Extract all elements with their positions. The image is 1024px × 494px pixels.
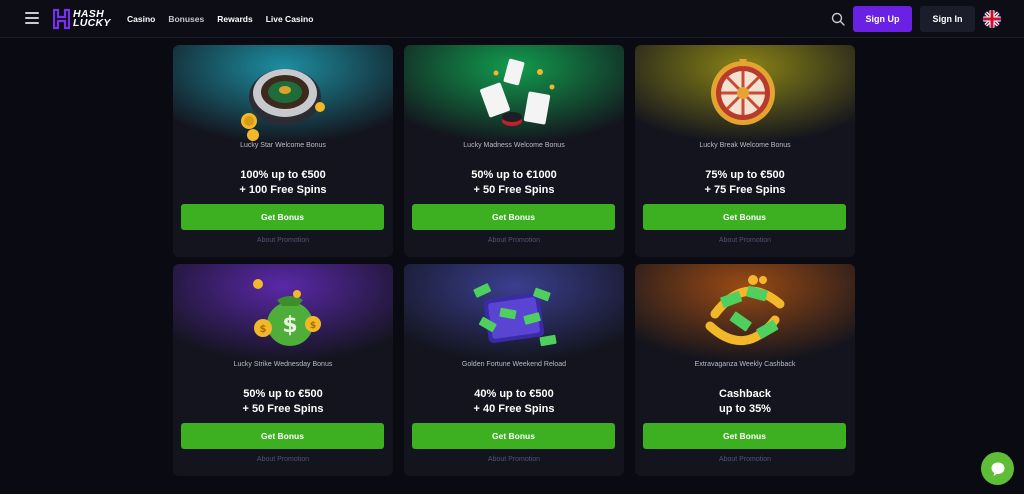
get-bonus-button[interactable]: Get Bonus — [643, 204, 846, 230]
bonus-offer: 40% up to €500 + 40 Free Spins — [404, 387, 624, 417]
offer-line2: + 75 Free Spins — [704, 184, 786, 196]
bonus-offer: 50% up to €500 + 50 Free Spins — [173, 387, 393, 417]
offer-line1: 100% up to €500 — [240, 169, 326, 181]
about-promotion-link[interactable]: About Promotion — [173, 456, 393, 463]
bonus-name: Lucky Break Welcome Bonus — [699, 142, 791, 149]
offer-line1: 50% up to €1000 — [471, 169, 557, 181]
roulette-icon — [173, 45, 393, 155]
get-bonus-button[interactable]: Get Bonus — [181, 423, 384, 449]
offer-line1: 50% up to €500 — [243, 388, 323, 400]
uk-flag-icon[interactable] — [983, 10, 1001, 28]
sign-in-button[interactable]: Sign In — [920, 6, 975, 32]
main-nav: Casino Bonuses Rewards Live Casino — [127, 0, 313, 38]
sign-up-button[interactable]: Sign Up — [853, 6, 912, 32]
bonus-card: Extravaganza Weekly Cashback Cashback up… — [635, 264, 855, 476]
about-promotion-link[interactable]: About Promotion — [173, 237, 393, 244]
offer-line2: + 50 Free Spins — [473, 184, 555, 196]
cash-case-icon — [404, 264, 624, 374]
bonus-card: $ $ $ Lucky Strike Wednesday Bonus 50% u… — [173, 264, 393, 476]
offer-line2: + 100 Free Spins — [239, 184, 327, 196]
offer-line1: 40% up to €500 — [474, 388, 554, 400]
svg-text:$: $ — [310, 321, 316, 331]
nav-bonuses[interactable]: Bonuses — [168, 14, 204, 24]
svg-text:$: $ — [282, 313, 297, 338]
bonus-name: Lucky Madness Welcome Bonus — [463, 142, 565, 149]
offer-line2: + 50 Free Spins — [242, 403, 324, 415]
bonus-card: Golden Fortune Weekend Reload 40% up to … — [404, 264, 624, 476]
get-bonus-button[interactable]: Get Bonus — [412, 204, 615, 230]
bonus-offer: 100% up to €500 + 100 Free Spins — [173, 168, 393, 198]
cards-icon — [404, 45, 624, 155]
bonus-card: Lucky Star Welcome Bonus 100% up to €500… — [173, 45, 393, 257]
bonus-card: Lucky Break Welcome Bonus 75% up to €500… — [635, 45, 855, 257]
logo-mark-icon — [53, 8, 70, 30]
money-bag-icon: $ $ $ — [173, 264, 393, 374]
about-promotion-link[interactable]: About Promotion — [635, 237, 855, 244]
logo[interactable]: HASH LUCKY — [53, 8, 111, 30]
nav-live-casino[interactable]: Live Casino — [266, 14, 314, 24]
bonus-name: Lucky Strike Wednesday Bonus — [233, 361, 333, 368]
menu-icon[interactable] — [25, 12, 39, 24]
nav-casino[interactable]: Casino — [127, 14, 155, 24]
bonus-offer: 50% up to €1000 + 50 Free Spins — [404, 168, 624, 198]
bonus-offer: 75% up to €500 + 75 Free Spins — [635, 168, 855, 198]
bonus-card: Lucky Madness Welcome Bonus 50% up to €1… — [404, 45, 624, 257]
top-header: HASH LUCKY Casino Bonuses Rewards Live C… — [0, 0, 1024, 38]
live-chat-button[interactable] — [981, 452, 1014, 485]
wheel-icon — [635, 45, 855, 155]
about-promotion-link[interactable]: About Promotion — [404, 237, 624, 244]
search-icon[interactable] — [831, 12, 845, 26]
offer-line1: Cashback — [719, 388, 771, 400]
get-bonus-button[interactable]: Get Bonus — [412, 423, 615, 449]
chat-bubble-icon — [991, 462, 1004, 476]
offer-line2: up to 35% — [719, 403, 771, 415]
offer-line2: + 40 Free Spins — [473, 403, 555, 415]
bonus-name: Lucky Star Welcome Bonus — [240, 142, 326, 149]
svg-text:$: $ — [260, 324, 267, 335]
about-promotion-link[interactable]: About Promotion — [404, 456, 624, 463]
get-bonus-button[interactable]: Get Bonus — [643, 423, 846, 449]
about-promotion-link[interactable]: About Promotion — [635, 456, 855, 463]
get-bonus-button[interactable]: Get Bonus — [181, 204, 384, 230]
bonus-name: Extravaganza Weekly Cashback — [694, 361, 796, 368]
bonus-name: Golden Fortune Weekend Reload — [461, 361, 567, 368]
cashback-icon — [635, 264, 855, 374]
logo-text-line2: LUCKY — [73, 17, 111, 29]
offer-line1: 75% up to €500 — [705, 169, 785, 181]
bonus-offer: Cashback up to 35% — [635, 387, 855, 417]
nav-rewards[interactable]: Rewards — [217, 14, 252, 24]
